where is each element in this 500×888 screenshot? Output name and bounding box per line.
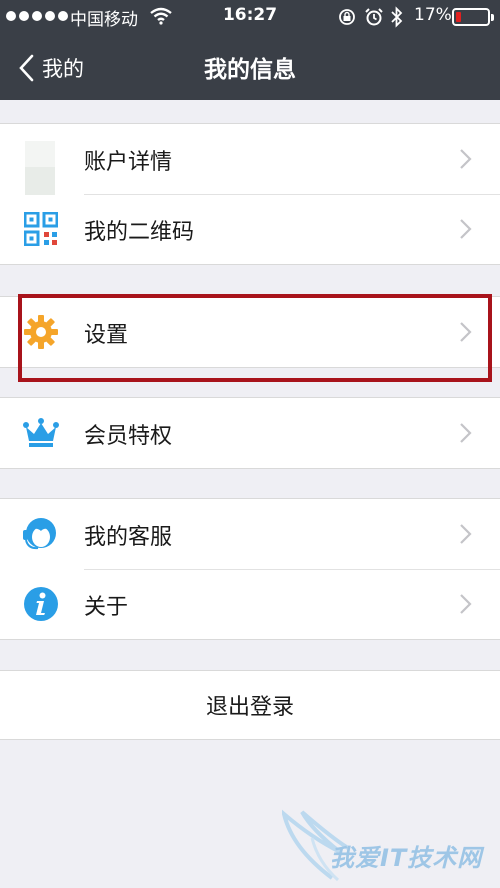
page-title: 我的信息	[204, 57, 296, 83]
list-item-customer-service[interactable]: 我的客服	[0, 499, 500, 569]
account-group: 账户详情 我的二维码	[0, 123, 500, 265]
list-item-account-details[interactable]: 账户详情	[0, 124, 500, 195]
crown-icon	[22, 415, 60, 451]
list-item-membership-privileges[interactable]: 会员特权	[0, 398, 500, 468]
chevron-right-icon	[460, 594, 472, 614]
battery-percent: 17%	[414, 5, 452, 25]
header: 中国移动 16:27 17% 我的 我的信息	[0, 0, 500, 100]
logout-button[interactable]: 退出登录	[0, 670, 500, 740]
list-item-label: 设置	[84, 323, 129, 348]
membership-group: 会员特权	[0, 397, 500, 469]
customer-service-icon	[22, 516, 60, 552]
gear-icon	[22, 314, 60, 350]
battery-icon	[452, 8, 494, 26]
bluetooth-icon	[391, 6, 403, 28]
list-item-label: 账户详情	[84, 150, 173, 175]
qr-code-icon	[22, 211, 60, 247]
list-item-label: 我的二维码	[84, 220, 195, 245]
chevron-right-icon	[460, 322, 472, 342]
battery-level-fill	[456, 12, 461, 22]
avatar-placeholder-icon	[22, 141, 60, 195]
support-group: 我的客服 关于	[0, 498, 500, 640]
alarm-icon	[365, 8, 383, 26]
settings-group: 设置	[0, 296, 500, 368]
list-item-about[interactable]: 关于	[0, 569, 500, 639]
list-item-label: 我的客服	[84, 525, 173, 550]
chevron-right-icon	[460, 149, 472, 169]
chevron-right-icon	[460, 423, 472, 443]
rotation-lock-icon	[339, 9, 355, 25]
status-bar: 中国移动 16:27 17%	[0, 0, 500, 34]
chevron-right-icon	[460, 524, 472, 544]
info-icon	[22, 586, 60, 622]
list-item-settings[interactable]: 设置	[0, 297, 500, 367]
watermark-text: 我爱IT技术网	[330, 844, 483, 872]
chevron-right-icon	[460, 219, 472, 239]
list-item-label: 关于	[84, 595, 129, 620]
list-item-my-qr-code[interactable]: 我的二维码	[0, 194, 500, 264]
list-item-label: 会员特权	[84, 424, 173, 449]
navigation-bar: 我的 我的信息	[0, 34, 500, 100]
